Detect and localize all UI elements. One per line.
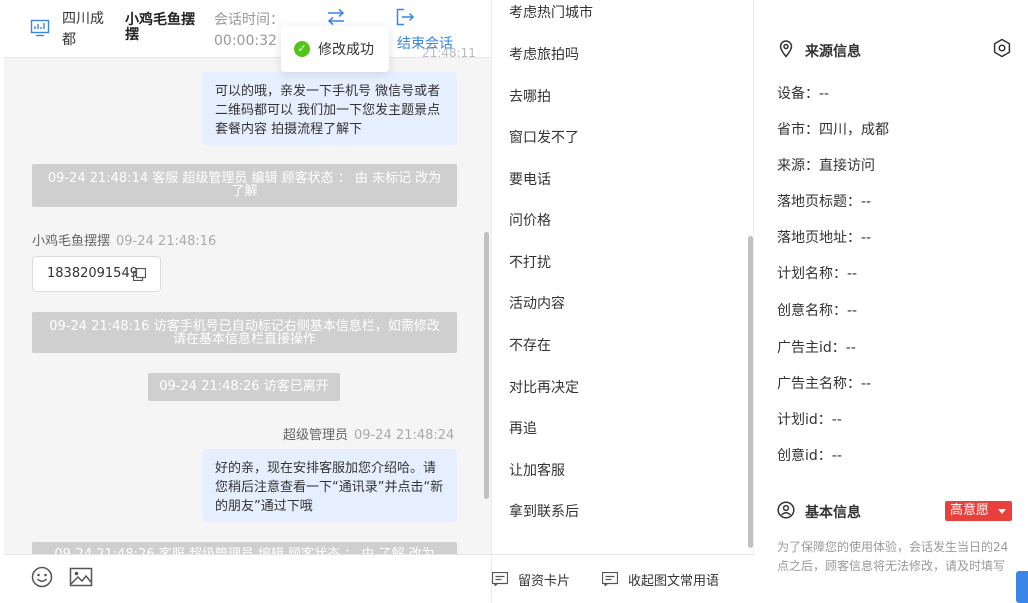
sender-time: 09-24 21:48:24 xyxy=(354,428,455,443)
system-message-text: 09-24 21:48:26 访客已离开 xyxy=(159,379,329,394)
basic-info-title: 基本信息 xyxy=(805,505,861,521)
caret-down-icon xyxy=(998,509,1006,514)
quick-reply-item[interactable]: 去哪拍 xyxy=(509,86,551,106)
info-advertiser-id: 广告主id：-- xyxy=(777,340,856,356)
settings-icon[interactable] xyxy=(992,38,1012,58)
system-message: 09-24 21:48:14 客服 超级管理员 编辑 顾客状态 ： 由 未标记 … xyxy=(32,164,457,207)
intent-level-dropdown[interactable]: 高意愿 xyxy=(945,501,1012,521)
info-landing-title: 落地页标题：-- xyxy=(777,194,872,210)
quick-reply-scrollbar[interactable] xyxy=(748,236,753,548)
visitor-location: 四川成都 xyxy=(62,11,104,48)
info-landing-url: 落地页地址：-- xyxy=(777,230,872,246)
image-icon[interactable] xyxy=(69,566,93,588)
system-message-text: 09-24 21:48:16 访客手机号已自动标记右侧基本信息栏，如需修改请在基… xyxy=(49,319,440,347)
copy-icon[interactable] xyxy=(133,268,146,281)
visitor-info-panel: 来源信息 设备：-- 省市：四川，成都 来源：直接访问 落地页标题：-- 落地页… xyxy=(755,0,1028,603)
info-card-button[interactable]: 留资卡片 xyxy=(518,570,570,589)
session-time: 00:00:32 xyxy=(214,33,277,49)
composer-toolbar xyxy=(4,554,491,603)
exit-icon[interactable] xyxy=(395,8,415,26)
info-creative-name: 创意名称：-- xyxy=(777,303,858,319)
quick-reply-item[interactable]: 考虑热门城市 xyxy=(509,2,593,22)
quick-reply-item[interactable]: 让加客服 xyxy=(509,460,565,480)
quick-reply-item[interactable]: 问价格 xyxy=(509,210,551,230)
side-expand-button[interactable] xyxy=(1016,571,1028,603)
quick-reply-item[interactable]: 不存在 xyxy=(509,335,551,355)
message-icon xyxy=(602,572,618,586)
quick-reply-panel: 考虑热门城市 考虑旅拍吗 去哪拍 窗口发不了 要电话 问价格 不打扰 活动内容 … xyxy=(491,0,754,603)
agent-message-bubble: 可以的哦，亲发一下手机号 微信号或者二维码都可以 我们加一下您发主题景点 套餐内… xyxy=(202,72,457,145)
chat-header: 四川成都 小鸡毛鱼摆摆 会话时间： 00:00:32 结束会话 21:48:11 xyxy=(4,0,491,60)
intent-level-label: 高意愿 xyxy=(950,503,990,518)
chat-panel: 可以的哦，亲发一下手机号 微信号或者二维码都可以 我们加一下您发主题景点 套餐内… xyxy=(4,0,491,603)
peek-time: 21:48:11 xyxy=(422,46,476,60)
sender-name: 小鸡毛鱼摆摆 xyxy=(32,234,111,249)
location-pin-icon xyxy=(779,40,793,58)
monitor-icon xyxy=(30,19,50,37)
user-icon xyxy=(777,501,795,519)
edit-notice: 为了保障您的使用体验，会话发生当日的24点之后，顾客信息将无法修改，请及时填写 xyxy=(777,540,1009,573)
message-text: 好的亲，现在安排客服加您介绍哈。请您稍后注意查看一下“通讯录”并点击“新的朋友”… xyxy=(215,461,444,514)
phone-number: 18382091549 xyxy=(47,266,138,281)
quick-reply-item[interactable]: 不打扰 xyxy=(509,252,551,272)
collapse-phrases-button[interactable]: 收起图文常用语 xyxy=(628,570,719,589)
system-message-text: 09-24 21:48:14 客服 超级管理员 编辑 顾客状态 ： 由 未标记 … xyxy=(47,171,442,199)
emoji-icon[interactable] xyxy=(31,566,53,588)
info-creative-id: 创意id：-- xyxy=(777,448,842,464)
quick-reply-item[interactable]: 再追 xyxy=(509,418,537,438)
source-info-title: 来源信息 xyxy=(805,44,861,60)
toast-text: 修改成功 xyxy=(318,42,374,58)
system-message: 09-24 21:48:16 访客手机号已自动标记右侧基本信息栏，如需修改请在基… xyxy=(32,312,457,353)
quick-reply-item[interactable]: 对比再决定 xyxy=(509,377,579,397)
quick-reply-footer: 留资卡片 收起图文常用语 xyxy=(492,554,754,603)
visitor-sender: 小鸡毛鱼摆摆 09-24 21:48:16 xyxy=(32,230,216,249)
sender-name: 超级管理员 xyxy=(283,428,349,443)
quick-reply-item[interactable]: 活动内容 xyxy=(509,293,565,313)
card-icon xyxy=(492,572,508,586)
visitor-name: 小鸡毛鱼摆摆 xyxy=(125,12,195,43)
system-message: 09-24 21:48:26 访客已离开 xyxy=(148,373,340,401)
info-plan-id: 计划id：-- xyxy=(777,412,842,428)
session-time-label: 会话时间： xyxy=(214,12,284,28)
phone-message: 18382091549 xyxy=(32,256,161,292)
quick-reply-item[interactable]: 窗口发不了 xyxy=(509,127,579,147)
info-advertiser-name: 广告主名称：-- xyxy=(777,376,872,392)
quick-reply-item[interactable]: 考虑旅拍吗 xyxy=(509,44,579,64)
transfer-icon[interactable] xyxy=(326,8,346,26)
info-source: 来源：直接访问 xyxy=(777,158,875,174)
chat-scrollbar[interactable] xyxy=(484,232,489,499)
agent-sender: 超级管理员 09-24 21:48:24 xyxy=(283,424,454,443)
info-device: 设备：-- xyxy=(777,86,830,102)
agent-message-bubble: 好的亲，现在安排客服加您介绍哈。请您稍后注意查看一下“通讯录”并点击“新的朋友”… xyxy=(202,449,457,522)
info-province-city: 省市：四川，成都 xyxy=(777,122,889,138)
message-text: 可以的哦，亲发一下手机号 微信号或者二维码都可以 我们加一下您发主题景点 套餐内… xyxy=(215,84,441,137)
success-toast: ✓ 修改成功 xyxy=(281,26,389,72)
check-icon: ✓ xyxy=(294,41,310,57)
sender-time: 09-24 21:48:16 xyxy=(116,234,217,249)
info-plan-name: 计划名称：-- xyxy=(777,266,858,282)
quick-reply-item[interactable]: 拿到联系后 xyxy=(509,501,579,521)
quick-reply-item[interactable]: 要电话 xyxy=(509,169,551,189)
